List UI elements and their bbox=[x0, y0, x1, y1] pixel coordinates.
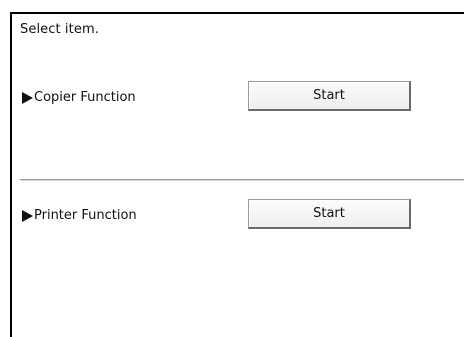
copier-start-button[interactable]: Start bbox=[248, 81, 411, 111]
triangle-right-icon bbox=[22, 91, 33, 104]
printer-function-text: Printer Function bbox=[34, 208, 137, 223]
triangle-right-icon bbox=[22, 209, 33, 222]
prompt-text: Select item. bbox=[20, 22, 99, 37]
printer-start-button[interactable]: Start bbox=[248, 199, 411, 229]
function-selection-panel: Select item. Copier Function Start Print… bbox=[10, 12, 464, 337]
copier-function-label: Copier Function bbox=[22, 90, 136, 105]
printer-function-label: Printer Function bbox=[22, 208, 137, 223]
copier-function-text: Copier Function bbox=[34, 90, 136, 105]
section-divider bbox=[20, 179, 464, 181]
